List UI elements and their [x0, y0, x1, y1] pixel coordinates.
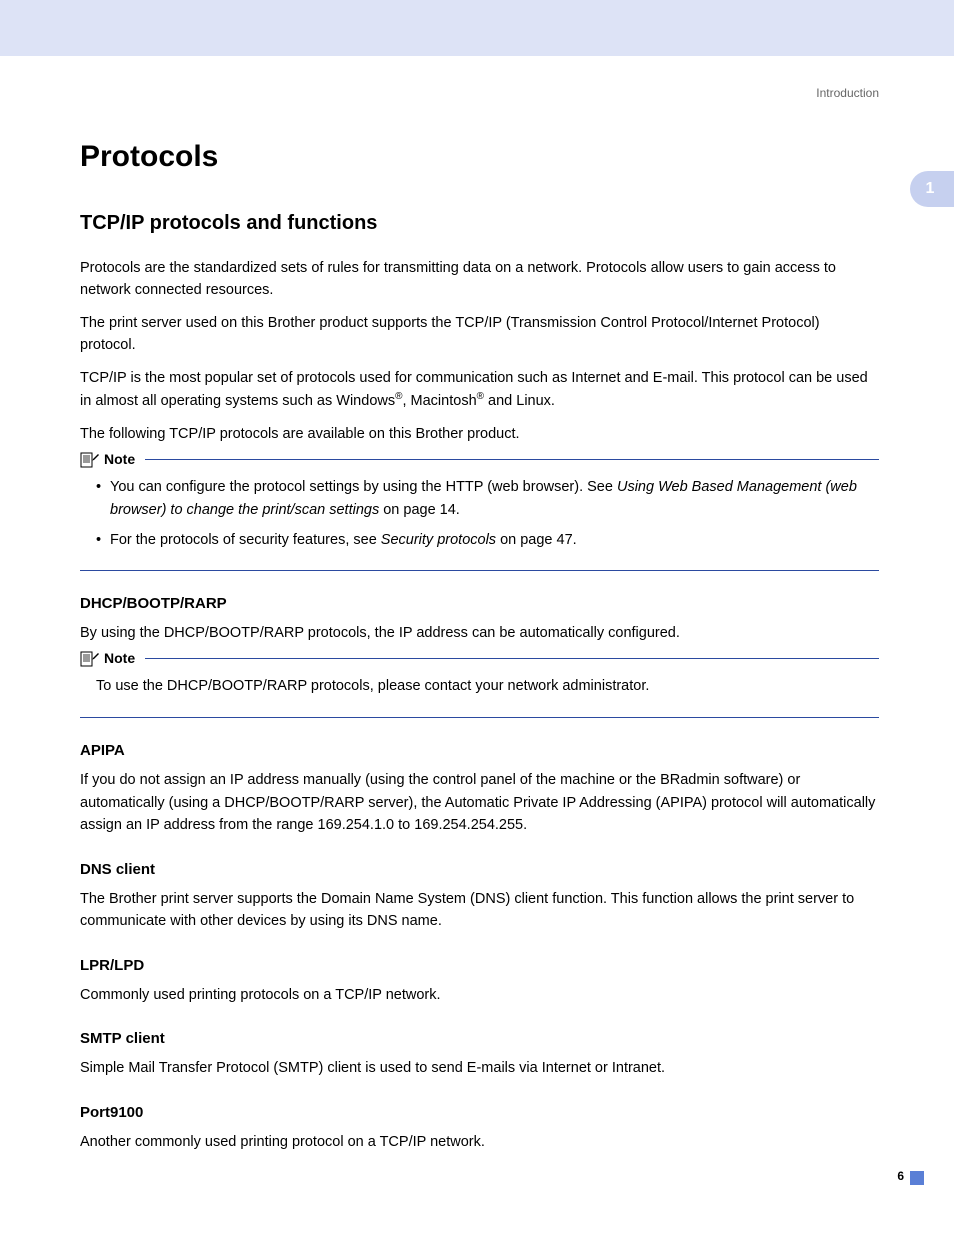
- cross-reference-link[interactable]: Security protocols: [381, 532, 496, 548]
- text-fragment: and Linux.: [484, 393, 555, 409]
- subsection-heading-dns: DNS client: [80, 861, 879, 878]
- subsection-body: If you do not assign an IP address manua…: [80, 769, 879, 836]
- subsection-body: By using the DHCP/BOOTP/RARP protocols, …: [80, 622, 879, 644]
- registered-mark: ®: [477, 391, 484, 402]
- note-text: To use the DHCP/BOOTP/RARP protocols, pl…: [80, 675, 879, 697]
- subsection-heading-port9100: Port9100: [80, 1104, 879, 1121]
- subsection-body: The Brother print server supports the Do…: [80, 888, 879, 933]
- note-block: Note To use the DHCP/BOOTP/RARP protocol…: [80, 658, 879, 718]
- subsection-heading-apipa: APIPA: [80, 742, 879, 759]
- note-label: Note: [104, 451, 135, 467]
- note-item: For the protocols of security features, …: [96, 529, 879, 551]
- subsection-heading-dhcp: DHCP/BOOTP/RARP: [80, 595, 879, 612]
- text-fragment: , Macintosh: [402, 393, 476, 409]
- note-header: Note: [80, 450, 879, 468]
- subsection-heading-lpr: LPR/LPD: [80, 957, 879, 974]
- chapter-tab: 1: [910, 171, 954, 207]
- intro-paragraph-4: The following TCP/IP protocols are avail…: [80, 423, 879, 445]
- text-fragment: For the protocols of security features, …: [110, 532, 381, 548]
- intro-paragraph-2: The print server used on this Brother pr…: [80, 312, 879, 357]
- note-list: You can configure the protocol settings …: [80, 476, 879, 551]
- subsection-body: Simple Mail Transfer Protocol (SMTP) cli…: [80, 1057, 879, 1079]
- page-title: Protocols: [80, 140, 879, 174]
- note-item: You can configure the protocol settings …: [96, 476, 879, 521]
- section-heading: TCP/IP protocols and functions: [80, 212, 879, 235]
- intro-paragraph-3: TCP/IP is the most popular set of protoc…: [80, 367, 879, 413]
- page-number: 6: [897, 1169, 904, 1183]
- subsection-body: Commonly used printing protocols on a TC…: [80, 984, 879, 1006]
- text-fragment: on page 14.: [379, 502, 460, 518]
- note-header: Note: [80, 649, 879, 667]
- subsection-heading-smtp: SMTP client: [80, 1030, 879, 1047]
- running-header: Introduction: [80, 86, 879, 100]
- text-fragment: You can configure the protocol settings …: [110, 479, 617, 495]
- note-block: Note You can configure the protocol sett…: [80, 459, 879, 570]
- subsection-body: Another commonly used printing protocol …: [80, 1131, 879, 1153]
- intro-paragraph-1: Protocols are the standardized sets of r…: [80, 257, 879, 302]
- page-number-accent: [910, 1171, 924, 1185]
- note-icon: [80, 450, 100, 468]
- header-band: [0, 0, 954, 56]
- note-label: Note: [104, 650, 135, 666]
- text-fragment: on page 47.: [496, 532, 577, 548]
- page-content: Introduction 1 Protocols TCP/IP protocol…: [0, 56, 954, 1203]
- note-icon: [80, 649, 100, 667]
